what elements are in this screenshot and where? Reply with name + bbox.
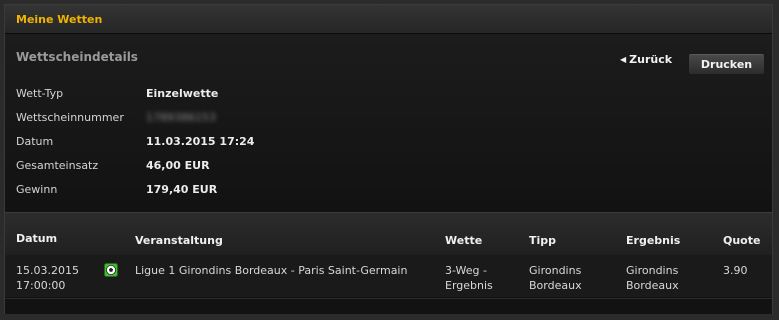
cell-odds: 3.90 [723,264,748,277]
info-label: Gewinn [16,183,58,196]
back-link[interactable]: ◀ Zurück [620,53,672,66]
column-header-odds: Quote [723,234,761,247]
info-label: Wett-Typ [16,87,64,100]
bet-slip-details: Wettscheindetails ◀ Zurück Drucken Wett-T… [5,34,772,212]
result-line2: Bordeaux [626,279,679,292]
column-header-date: Datum [16,232,58,245]
section-title: Wettscheindetails [16,50,138,64]
back-link-label: Zurück [629,53,673,66]
cell-bet: 3-Weg - Ergebnis [445,263,493,293]
bets-table-header: Datum Veranstaltung Wette Tipp Ergebnis … [5,212,772,256]
page-title: Meine Wetten [16,13,103,26]
info-value: 179,40 EUR [146,183,218,196]
cell-event: Ligue 1 Girondins Bordeaux - Paris Saint… [135,264,408,277]
column-header-tip: Tipp [529,234,557,247]
column-header-event: Veranstaltung [135,234,223,247]
info-row-slip-number: Wettscheinnummer 1789386153 [16,111,516,127]
info-value: 46,00 EUR [146,159,210,172]
date-value: 15.03.2015 [16,264,79,277]
panel-header: Meine Wetten [5,5,772,34]
info-row-total-stake: Gesamteinsatz 46,00 EUR [16,159,516,175]
tip-line2: Bordeaux [529,279,582,292]
result-line1: Girondins [626,264,679,277]
cell-tip: Girondins Bordeaux [529,263,582,293]
info-value: 11.03.2015 17:24 [146,135,255,148]
bet-type-line1: 3-Weg - [445,264,487,277]
cell-date: 15.03.2015 17:00:00 [16,263,79,293]
caret-left-icon: ◀ [620,55,627,64]
info-row-bet-type: Wett-Typ Einzelwette [16,87,516,103]
panel-footer [5,298,772,314]
info-row-date: Datum 11.03.2015 17:24 [16,135,516,151]
bet-type-line2: Ergebnis [445,279,493,292]
tip-line1: Girondins [529,264,582,277]
info-label: Gesamteinsatz [16,159,99,172]
column-header-result: Ergebnis [626,234,681,247]
cell-result: Girondins Bordeaux [626,263,679,293]
print-button[interactable]: Drucken [688,53,765,75]
info-value: Einzelwette [146,87,219,100]
time-value: 17:00:00 [16,279,66,292]
table-row: 15.03.2015 17:00:00 Ligue 1 Girondins Bo… [5,255,772,297]
column-header-bet: Wette [445,234,483,247]
soccer-ball-icon [104,263,118,277]
my-bets-panel: Meine Wetten Wettscheindetails ◀ Zurück D… [4,4,773,314]
info-value-redacted: 1789386153 [146,111,216,124]
info-row-winnings: Gewinn 179,40 EUR [16,183,516,199]
info-label: Datum [16,135,54,148]
info-label: Wettscheinnummer [16,111,124,124]
